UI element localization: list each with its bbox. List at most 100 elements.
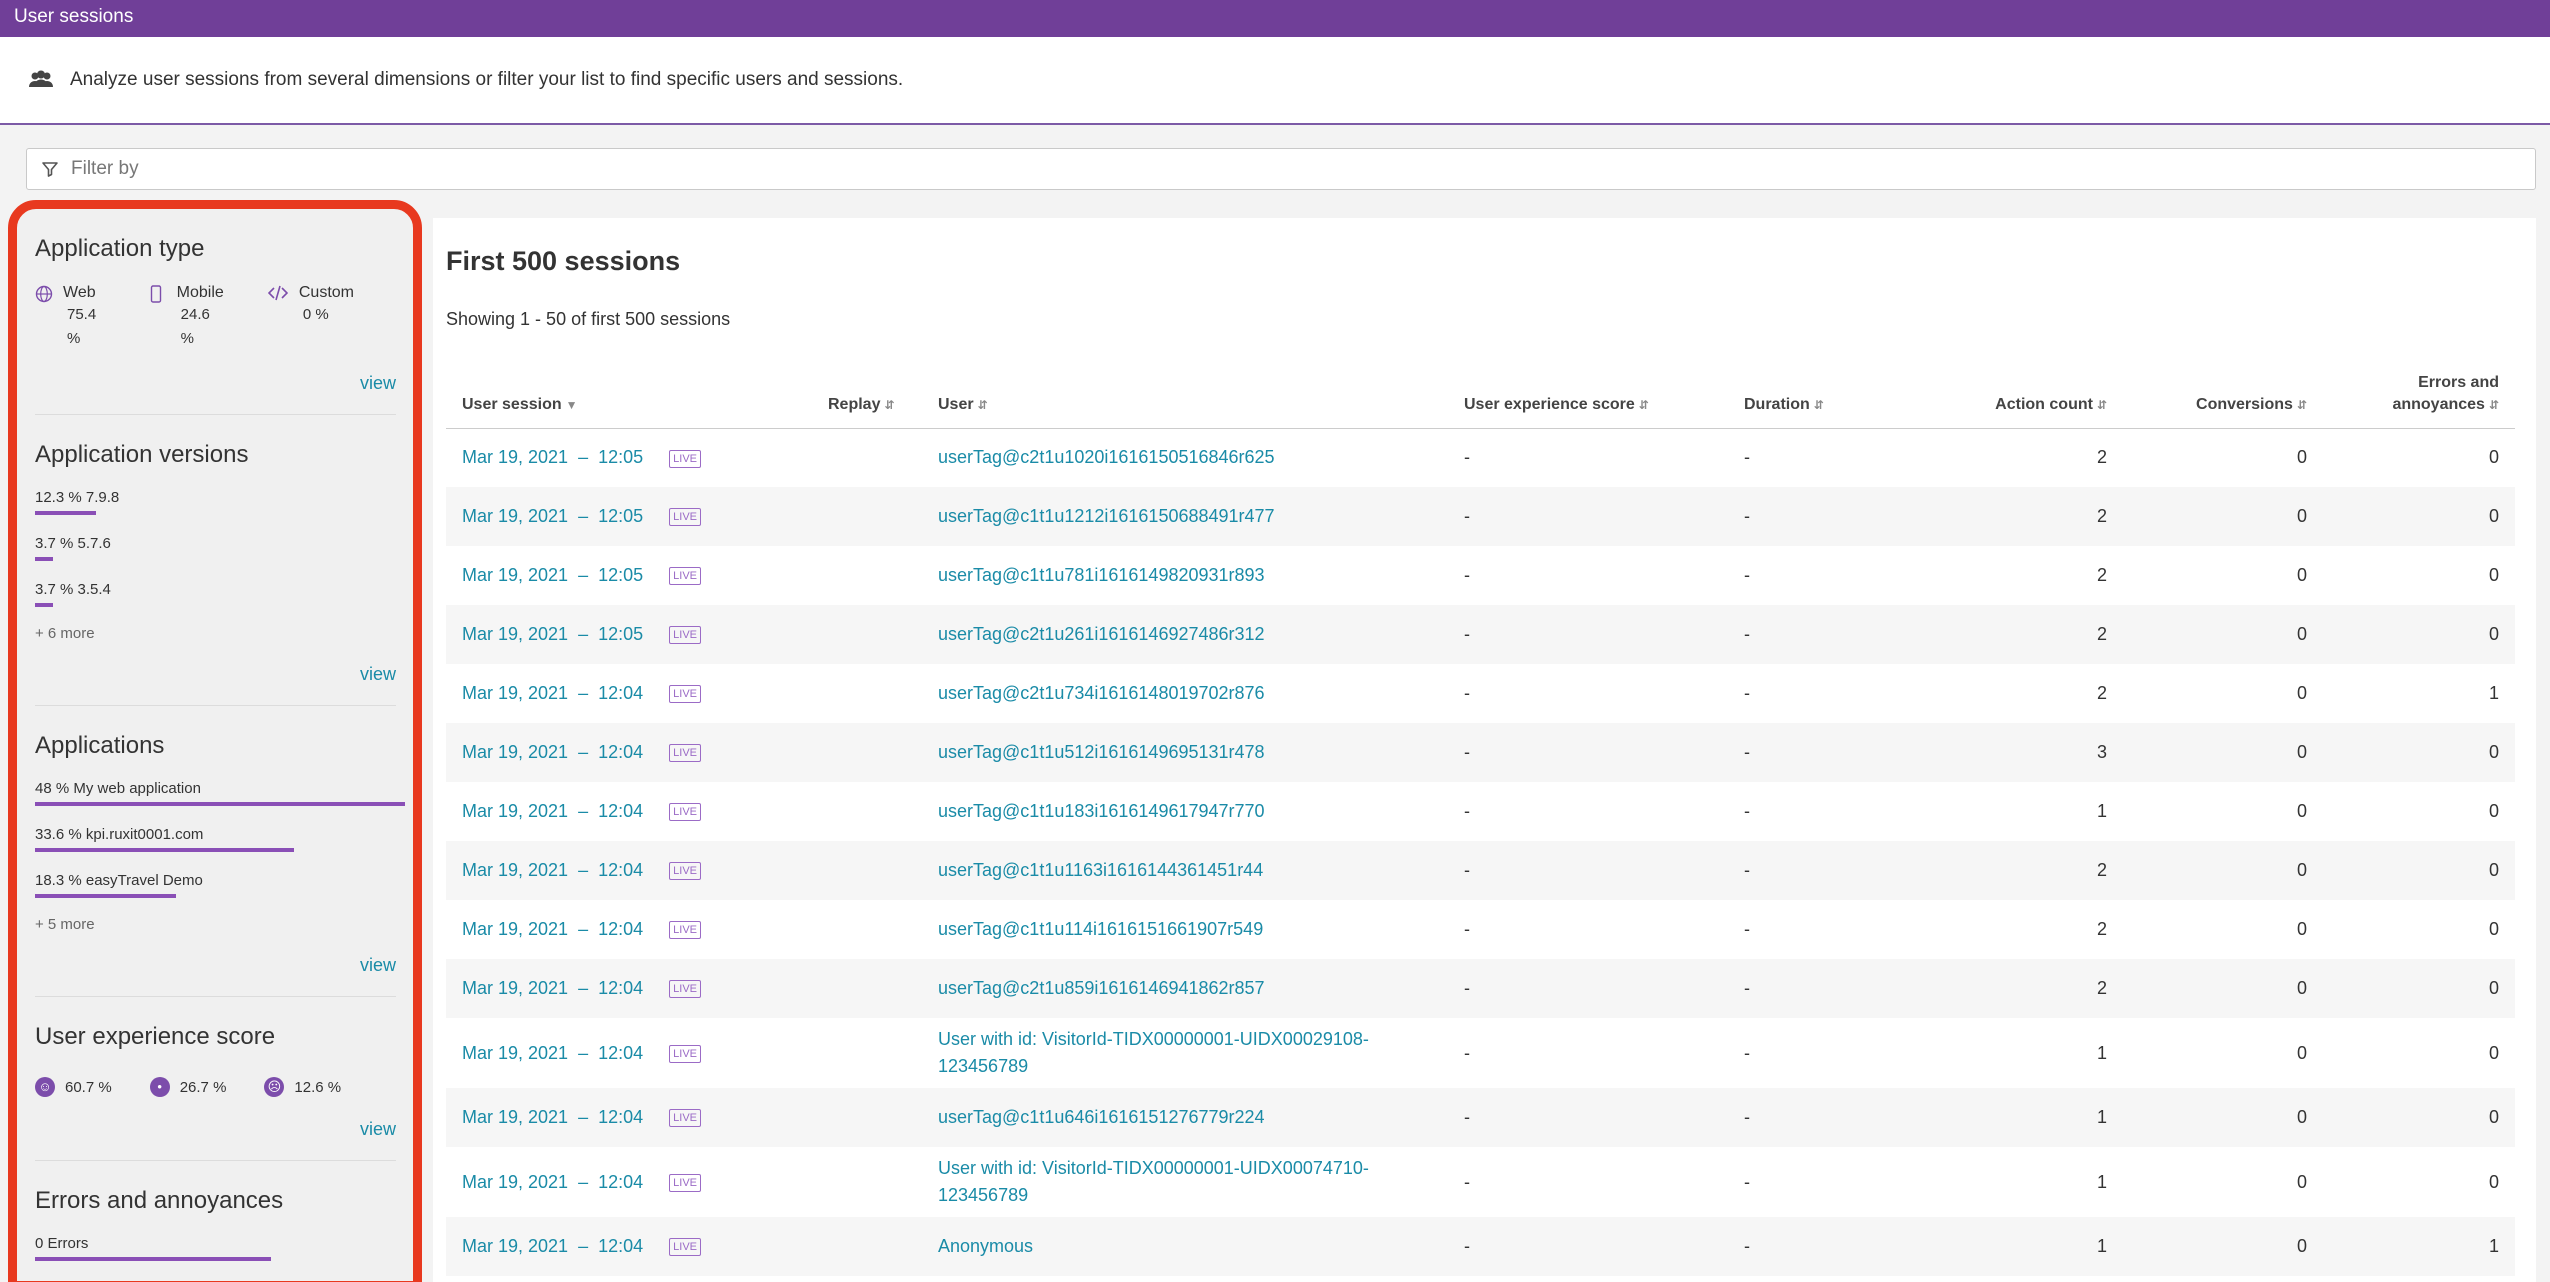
session-cell[interactable]: Mar 19, 2021 – 12:04 LIVE xyxy=(446,900,812,959)
session-cell[interactable]: Mar 19, 2021 – 12:04 LIVE xyxy=(446,841,812,900)
user-cell[interactable]: userTag@c2t1u859i1616146941862r857 xyxy=(922,959,1448,1018)
applications-view-link[interactable]: view xyxy=(35,933,396,996)
table-row[interactable]: Mar 19, 2021 – 12:04 LIVE userTag@c1t1u114… xyxy=(446,900,2515,959)
application-item[interactable]: 33.6 % kpi.ruxit0001.com xyxy=(35,826,396,852)
table-row[interactable]: Mar 19, 2021 – 12:05 LIVE userTag@c2t1u261… xyxy=(446,605,2515,664)
session-time-link[interactable]: 12:05 xyxy=(598,506,643,526)
session-cell[interactable]: Mar 19, 2021 – 12:04 LIVE xyxy=(446,1088,812,1147)
user-cell[interactable]: User with id: VisitorId-TIDX00000001-UID… xyxy=(922,1147,1448,1217)
user-cell[interactable]: userTag@c2t1u261i1616146927486r312 xyxy=(922,605,1448,664)
session-time-link[interactable]: 12:04 xyxy=(598,919,643,939)
column-duration[interactable]: Duration ⇵ xyxy=(1728,370,1918,429)
session-time-link[interactable]: 12:04 xyxy=(598,860,643,880)
session-cell[interactable]: Mar 19, 2021 – 12:04 LIVE xyxy=(446,1018,812,1088)
session-date-link[interactable]: Mar 19, 2021 xyxy=(462,565,568,585)
session-time-link[interactable]: 12:04 xyxy=(598,1172,643,1192)
session-date-link[interactable]: Mar 19, 2021 xyxy=(462,683,568,703)
user-link[interactable]: userTag@c2t1u261i1616146927486r312 xyxy=(938,624,1265,644)
app-type-custom[interactable]: Custom 0 % xyxy=(267,283,354,351)
session-time-link[interactable]: 12:05 xyxy=(598,565,643,585)
table-row[interactable]: Mar 19, 2021 – 12:04 LIVE userTag@c1t1u183… xyxy=(446,782,2515,841)
applications-more[interactable]: + 5 more xyxy=(35,916,396,933)
user-link-cont[interactable]: 123456789 xyxy=(938,1185,1028,1205)
user-cell[interactable]: Anonymous xyxy=(922,1217,1448,1276)
session-date-link[interactable]: Mar 19, 2021 xyxy=(462,1107,568,1127)
session-cell[interactable]: Mar 19, 2021 – 12:05 LIVE xyxy=(446,428,812,487)
session-time-link[interactable]: 12:04 xyxy=(598,1107,643,1127)
session-date-link[interactable]: Mar 19, 2021 xyxy=(462,1043,568,1063)
errors-item[interactable]: 0 Errors xyxy=(35,1235,396,1261)
table-row[interactable]: Mar 19, 2021 – 12:04 LIVE Anonymous - -1 0 1 xyxy=(446,1217,2515,1276)
session-date-link[interactable]: Mar 19, 2021 xyxy=(462,860,568,880)
table-row[interactable]: Mar 19, 2021 – 12:04 LIVE userTag@c1t1u116… xyxy=(446,841,2515,900)
user-cell[interactable]: userTag@c1t1u646i1616151276779r224 xyxy=(922,1088,1448,1147)
session-date-link[interactable]: Mar 19, 2021 xyxy=(462,447,568,467)
filter-input[interactable]: Filter by xyxy=(26,148,2536,190)
table-row[interactable]: Mar 19, 2021 – 12:04 LIVE userTag@c1t1u512… xyxy=(446,723,2515,782)
session-time-link[interactable]: 12:04 xyxy=(598,742,643,762)
user-cell[interactable]: userTag@c2t1u734i1616148019702r876 xyxy=(922,664,1448,723)
user-link[interactable]: userTag@c1t1u1163i1616144361451r44 xyxy=(938,860,1263,880)
table-row[interactable]: Mar 19, 2021 – 12:04 LIVE userTag@c2t1u734… xyxy=(446,664,2515,723)
user-cell[interactable]: userTag@c1t1u1212i1616150688491r477 xyxy=(922,487,1448,546)
user-link[interactable]: userTag@c1t1u512i1616149695131r478 xyxy=(938,742,1265,762)
user-cell[interactable]: User with id: VisitorId-TIDX00000001-UID… xyxy=(922,1018,1448,1088)
application-item[interactable]: 48 % My web application xyxy=(35,780,405,806)
session-cell[interactable]: Mar 19, 2021 – 12:04 LIVE xyxy=(446,782,812,841)
table-row[interactable]: Mar 19, 2021 – 12:04 LIVE User with id: Vi… xyxy=(446,1147,2515,1217)
column-ux-score[interactable]: User experience score ⇵ xyxy=(1448,370,1728,429)
session-time-link[interactable]: 12:05 xyxy=(598,447,643,467)
user-link[interactable]: userTag@c2t1u859i1616146941862r857 xyxy=(938,978,1265,998)
session-time-link[interactable]: 12:05 xyxy=(598,624,643,644)
app-version-item[interactable]: 12.3 % 7.9.8 xyxy=(35,489,396,515)
table-row[interactable]: Mar 19, 2021 – 12:04 LIVE userTag@c2t1u859… xyxy=(446,959,2515,1018)
table-row[interactable]: Mar 19, 2021 – 12:04 LIVE User with id: Vi… xyxy=(446,1018,2515,1088)
user-link-cont[interactable]: 123456789 xyxy=(938,1056,1028,1076)
session-cell[interactable]: Mar 19, 2021 – 12:04 LIVE xyxy=(446,723,812,782)
user-cell[interactable]: userTag@c1t1u114i1616151661907r549 xyxy=(922,900,1448,959)
user-cell[interactable]: userTag@c1t1u512i1616149695131r478 xyxy=(922,723,1448,782)
user-cell[interactable]: userTag@c1t1u183i1616149617947r770 xyxy=(922,782,1448,841)
user-link[interactable]: userTag@c2t1u734i1616148019702r876 xyxy=(938,683,1265,703)
user-link[interactable]: User with id: VisitorId-TIDX00000001-UID… xyxy=(938,1029,1369,1049)
column-errors[interactable]: Errors and annoyances ⇵ xyxy=(2323,370,2515,429)
column-replay[interactable]: Replay ⇵ xyxy=(812,370,922,429)
column-action-count[interactable]: Action count ⇵ xyxy=(1918,370,2123,429)
ux-tolerating[interactable]: • 26.7 % xyxy=(149,1077,226,1097)
session-cell[interactable]: Mar 19, 2021 – 12:04 LIVE xyxy=(446,1147,812,1217)
session-time-link[interactable]: 12:04 xyxy=(598,978,643,998)
session-time-link[interactable]: 12:04 xyxy=(598,1236,643,1256)
session-date-link[interactable]: Mar 19, 2021 xyxy=(462,742,568,762)
user-link[interactable]: User with id: VisitorId-TIDX00000001-UID… xyxy=(938,1158,1369,1178)
session-time-link[interactable]: 12:04 xyxy=(598,683,643,703)
session-date-link[interactable]: Mar 19, 2021 xyxy=(462,978,568,998)
table-row[interactable]: Mar 19, 2021 – 12:04 LIVE userTag@c1t1u646… xyxy=(446,1088,2515,1147)
session-cell[interactable]: Mar 19, 2021 – 12:05 LIVE xyxy=(446,605,812,664)
session-cell[interactable]: Mar 19, 2021 – 12:05 LIVE xyxy=(446,546,812,605)
app-versions-view-link[interactable]: view xyxy=(35,642,396,705)
column-user[interactable]: User ⇵ xyxy=(922,370,1448,429)
user-cell[interactable]: userTag@c2t1u1020i1616150516846r625 xyxy=(922,428,1448,487)
user-link[interactable]: userTag@c1t1u646i1616151276779r224 xyxy=(938,1107,1265,1127)
app-versions-more[interactable]: + 6 more xyxy=(35,625,396,642)
session-cell[interactable]: Mar 19, 2021 – 12:04 LIVE xyxy=(446,664,812,723)
user-cell[interactable]: userTag@c1t1u1163i1616144361451r44 xyxy=(922,841,1448,900)
application-item[interactable]: 18.3 % easyTravel Demo xyxy=(35,872,396,898)
session-time-link[interactable]: 12:04 xyxy=(598,1043,643,1063)
session-time-link[interactable]: 12:04 xyxy=(598,801,643,821)
user-link[interactable]: userTag@c1t1u781i1616149820931r893 xyxy=(938,565,1265,585)
session-cell[interactable]: Mar 19, 2021 – 12:05 LIVE xyxy=(446,487,812,546)
session-date-link[interactable]: Mar 19, 2021 xyxy=(462,506,568,526)
user-link[interactable]: userTag@c1t1u114i1616151661907r549 xyxy=(938,919,1263,939)
session-date-link[interactable]: Mar 19, 2021 xyxy=(462,1172,568,1192)
app-type-view-link[interactable]: view xyxy=(35,351,396,414)
table-row[interactable]: Mar 19, 2021 – 12:05 LIVE userTag@c1t1u781… xyxy=(446,546,2515,605)
user-cell[interactable]: userTag@c1t1u781i1616149820931r893 xyxy=(922,546,1448,605)
session-cell[interactable]: Mar 19, 2021 – 12:04 LIVE xyxy=(446,959,812,1018)
session-date-link[interactable]: Mar 19, 2021 xyxy=(462,624,568,644)
user-link[interactable]: userTag@c1t1u1212i1616150688491r477 xyxy=(938,506,1275,526)
table-row[interactable]: Mar 19, 2021 – 12:05 LIVE userTag@c2t1u102… xyxy=(446,428,2515,487)
column-user-session[interactable]: User session ▼ xyxy=(446,370,812,429)
user-link[interactable]: userTag@c1t1u183i1616149617947r770 xyxy=(938,801,1265,821)
app-type-web[interactable]: Web 75.4 % xyxy=(35,283,104,351)
